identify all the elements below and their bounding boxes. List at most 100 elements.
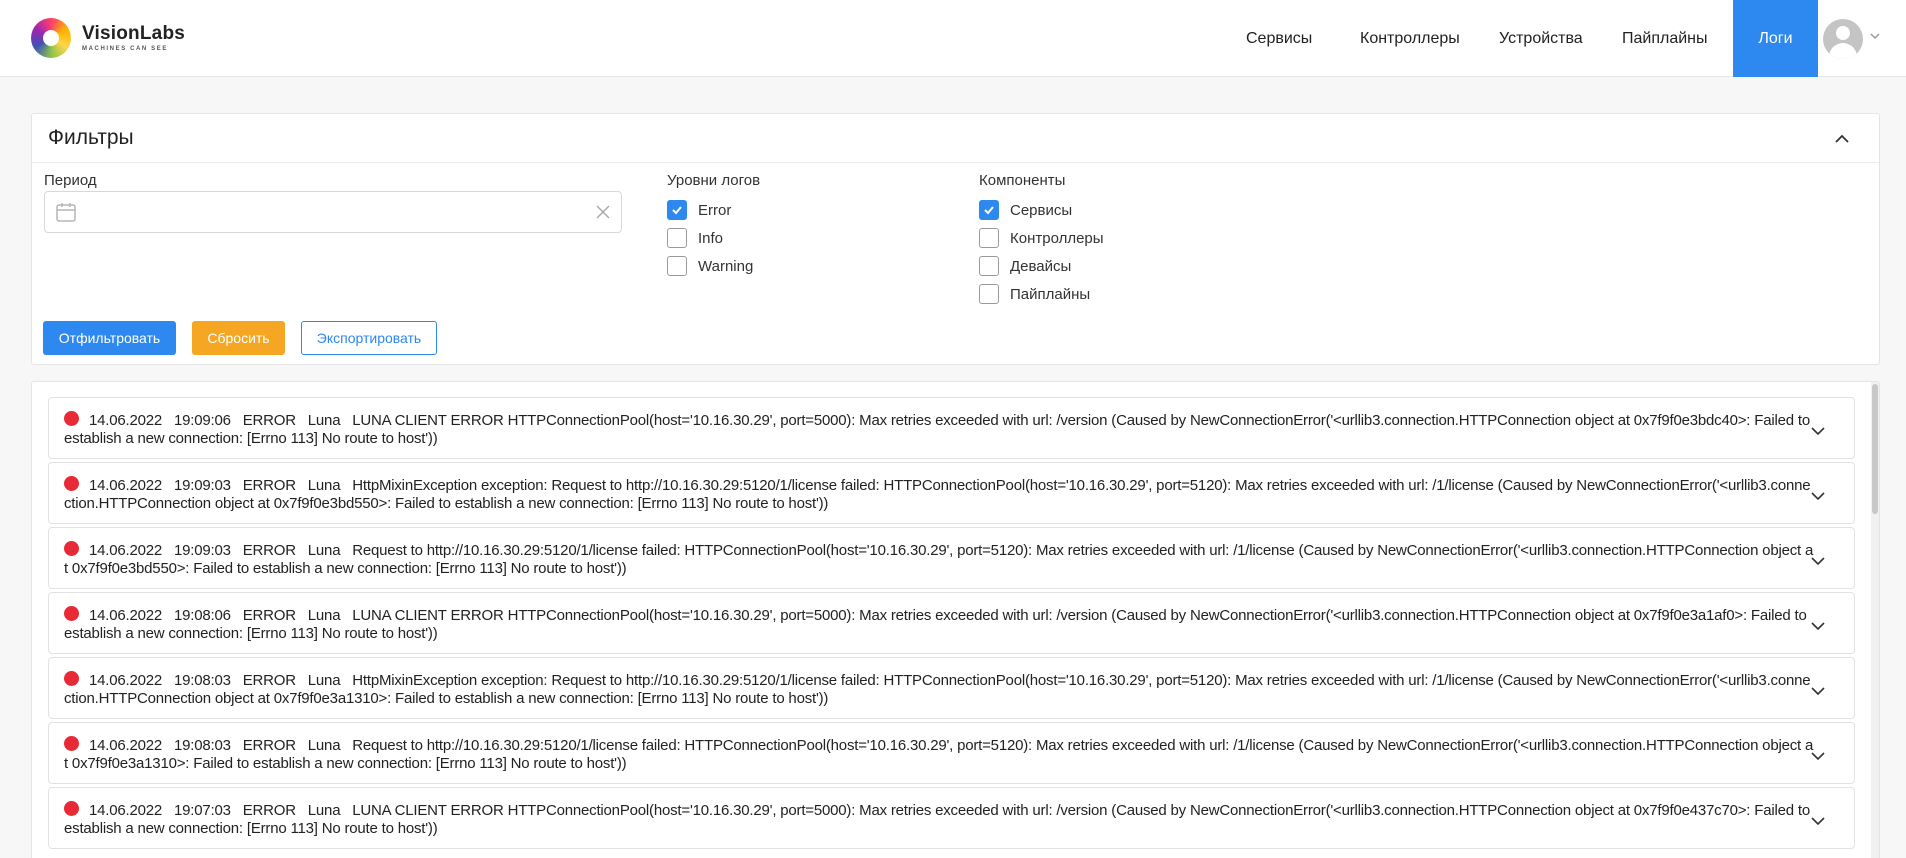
log-date: 14.06.2022 xyxy=(89,477,163,494)
log-level: ERROR xyxy=(242,542,296,559)
log-source: Luna xyxy=(307,802,341,819)
error-dot-icon xyxy=(64,541,79,556)
checkbox-unchecked-icon[interactable] xyxy=(979,228,999,248)
log-date: 14.06.2022 xyxy=(89,607,163,624)
scrollbar-thumb[interactable] xyxy=(1872,384,1878,514)
error-dot-icon xyxy=(64,606,79,621)
log-entry-text: 14.06.2022 19:08:03 ERROR Luna Request t… xyxy=(64,736,1814,773)
log-time: 19:09:03 xyxy=(173,542,231,559)
component-label-controllers: Контроллеры xyxy=(1010,229,1104,247)
nav-item-devices[interactable]: Устройства xyxy=(1499,0,1583,77)
chevron-down-icon[interactable] xyxy=(1869,30,1881,42)
log-entry-row[interactable]: 14.06.2022 19:07:03 ERROR Luna LUNA CLIE… xyxy=(48,787,1855,849)
visionlabs-logo[interactable]: VisionLabs MACHINES CAN SEE xyxy=(31,18,185,58)
log-source: Luna xyxy=(307,607,341,624)
component-checkbox-services[interactable]: Сервисы xyxy=(979,200,1072,220)
level-label-info: Info xyxy=(698,229,724,247)
log-source: Luna xyxy=(307,737,341,754)
log-entry-row[interactable]: 14.06.2022 19:09:03 ERROR Luna HttpMixin… xyxy=(48,462,1855,524)
error-dot-icon xyxy=(64,476,79,491)
log-time: 19:09:06 xyxy=(173,412,231,429)
checkbox-checked-icon[interactable] xyxy=(667,200,687,220)
log-entry-text: 14.06.2022 19:07:03 ERROR Luna LUNA CLIE… xyxy=(64,801,1814,838)
close-icon[interactable] xyxy=(595,204,611,220)
chevron-down-icon[interactable] xyxy=(1810,618,1826,634)
filters-panel: Фильтры Период Уровни логов Error Info W… xyxy=(31,113,1880,365)
export-button[interactable]: Экспортировать xyxy=(301,321,437,355)
scrollbar[interactable] xyxy=(1871,382,1879,858)
checkbox-unchecked-icon[interactable] xyxy=(979,284,999,304)
log-time: 19:08:06 xyxy=(173,607,231,624)
log-source: Luna xyxy=(307,672,341,689)
log-date: 14.06.2022 xyxy=(89,802,163,819)
component-label-services: Сервисы xyxy=(1010,201,1073,219)
error-dot-icon xyxy=(64,411,79,426)
chevron-down-icon[interactable] xyxy=(1810,813,1826,829)
level-checkbox-info[interactable]: Info xyxy=(667,228,723,248)
component-label-devices: Девайсы xyxy=(1010,257,1072,275)
brand-name: VisionLabs xyxy=(82,23,186,44)
log-source: Luna xyxy=(307,477,341,494)
log-entry-text: 14.06.2022 19:08:06 ERROR Luna LUNA CLIE… xyxy=(64,606,1814,643)
log-entry-row[interactable]: 14.06.2022 19:08:03 ERROR Luna Request t… xyxy=(48,722,1855,784)
checkbox-checked-icon[interactable] xyxy=(979,200,999,220)
log-date: 14.06.2022 xyxy=(89,412,163,429)
chevron-down-icon[interactable] xyxy=(1810,423,1826,439)
error-dot-icon xyxy=(64,801,79,816)
level-checkbox-error[interactable]: Error xyxy=(667,200,731,220)
nav-item-logs[interactable]: Логи xyxy=(1733,0,1818,77)
log-entry-row[interactable]: 14.06.2022 19:08:03 ERROR Luna HttpMixin… xyxy=(48,657,1855,719)
top-navbar: VisionLabs MACHINES CAN SEE Сервисы Конт… xyxy=(0,0,1906,77)
error-dot-icon xyxy=(64,671,79,686)
log-level: ERROR xyxy=(242,737,296,754)
log-date: 14.06.2022 xyxy=(89,737,163,754)
checkbox-unchecked-icon[interactable] xyxy=(667,256,687,276)
nav-item-controllers[interactable]: Контроллеры xyxy=(1360,0,1460,77)
log-level: ERROR xyxy=(242,477,296,494)
log-entry-row[interactable]: 14.06.2022 19:09:03 ERROR Luna Request t… xyxy=(48,527,1855,589)
components-label: Компоненты xyxy=(979,172,1066,189)
log-level: ERROR xyxy=(242,607,296,624)
filters-header: Фильтры xyxy=(32,114,1879,163)
chevron-down-icon[interactable] xyxy=(1810,488,1826,504)
filter-button[interactable]: Отфильтровать xyxy=(43,321,176,355)
log-entry-text: 14.06.2022 19:09:06 ERROR Luna LUNA CLIE… xyxy=(64,411,1814,448)
chevron-down-icon[interactable] xyxy=(1810,683,1826,699)
period-label: Период xyxy=(44,172,97,189)
log-entry-row[interactable]: 14.06.2022 19:08:06 ERROR Luna LUNA CLIE… xyxy=(48,592,1855,654)
log-entry-text: 14.06.2022 19:09:03 ERROR Luna Request t… xyxy=(64,541,1814,578)
chevron-up-icon[interactable] xyxy=(1833,130,1851,148)
reset-button[interactable]: Сбросить xyxy=(192,321,285,355)
log-time: 19:09:03 xyxy=(173,477,231,494)
checkbox-unchecked-icon[interactable] xyxy=(979,256,999,276)
nav-item-services[interactable]: Сервисы xyxy=(1246,0,1312,77)
level-label-error: Error xyxy=(698,201,732,219)
component-label-pipelines: Пайплайны xyxy=(1010,285,1091,303)
logs-list-panel: 14.06.2022 19:09:06 ERROR Luna LUNA CLIE… xyxy=(31,381,1880,858)
calendar-icon xyxy=(56,203,76,222)
chevron-down-icon[interactable] xyxy=(1810,553,1826,569)
log-levels-label: Уровни логов xyxy=(667,172,761,189)
chevron-down-icon[interactable] xyxy=(1810,748,1826,764)
log-level: ERROR xyxy=(242,412,296,429)
component-checkbox-controllers[interactable]: Контроллеры xyxy=(979,228,1104,248)
component-checkbox-pipelines[interactable]: Пайплайны xyxy=(979,284,1090,304)
checkbox-unchecked-icon[interactable] xyxy=(667,228,687,248)
level-label-warning: Warning xyxy=(698,257,754,275)
log-date: 14.06.2022 xyxy=(89,672,163,689)
log-source: Luna xyxy=(307,542,341,559)
logo-mark-icon xyxy=(31,18,71,58)
log-time: 19:07:03 xyxy=(173,802,231,819)
error-dot-icon xyxy=(64,736,79,751)
component-checkbox-devices[interactable]: Девайсы xyxy=(979,256,1071,276)
log-entry-text: 14.06.2022 19:08:03 ERROR Luna HttpMixin… xyxy=(64,671,1814,708)
log-level: ERROR xyxy=(242,802,296,819)
log-entry-text: 14.06.2022 19:09:03 ERROR Luna HttpMixin… xyxy=(64,476,1814,513)
nav-item-pipelines[interactable]: Пайплайны xyxy=(1622,0,1708,77)
log-source: Luna xyxy=(307,412,341,429)
user-avatar-icon[interactable] xyxy=(1823,19,1863,59)
level-checkbox-warning[interactable]: Warning xyxy=(667,256,753,276)
period-date-range-input[interactable] xyxy=(44,191,622,233)
log-entry-row[interactable]: 14.06.2022 19:09:06 ERROR Luna LUNA CLIE… xyxy=(48,397,1855,459)
filters-title: Фильтры xyxy=(48,126,134,149)
